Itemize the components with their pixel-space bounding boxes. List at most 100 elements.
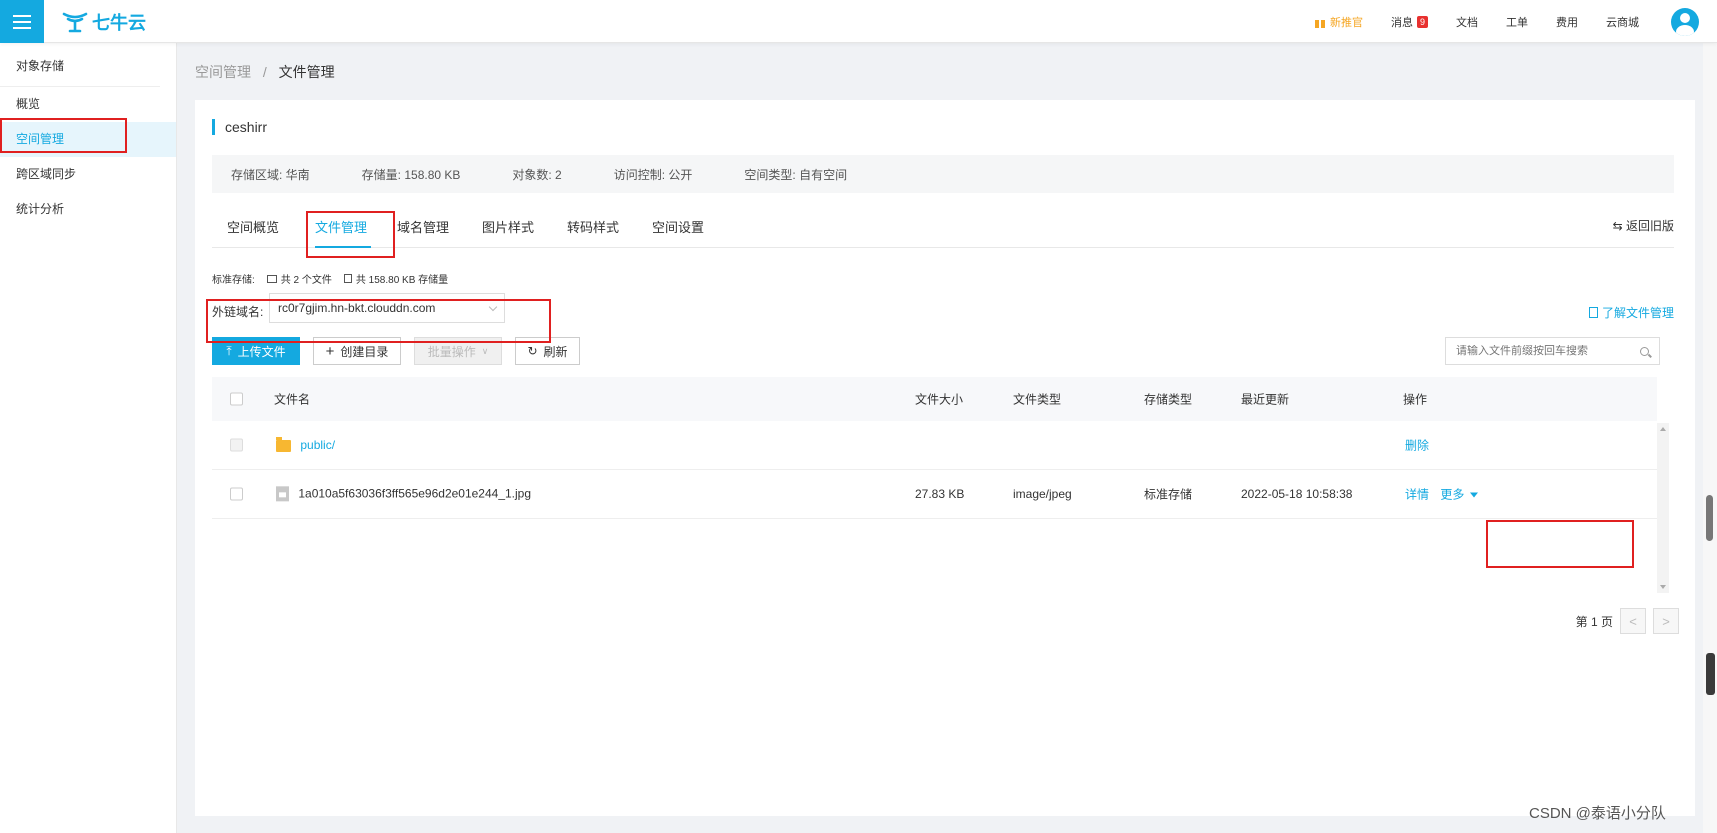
messages-link[interactable]: 消息 9	[1391, 14, 1428, 30]
row-checkbox[interactable]	[230, 438, 243, 452]
page-scroll-thumb[interactable]	[1706, 495, 1713, 541]
delete-link[interactable]: 删除	[1405, 437, 1429, 454]
upload-icon: ⤒	[226, 343, 232, 358]
sidebar-item-cross-region-sync[interactable]: 跨区域同步	[0, 157, 176, 192]
breadcrumb-parent[interactable]: 空间管理	[195, 64, 251, 80]
back-old-label: 返回旧版	[1625, 219, 1674, 233]
title-accent-bar	[212, 119, 215, 135]
folder-link[interactable]: public/	[300, 438, 335, 452]
main-panel: ceshirr 存储区域: 华南 存储量: 158.80 KB 对象数: 2 访…	[195, 100, 1695, 816]
search-input[interactable]	[1456, 345, 1626, 357]
sidebar-item-statistics[interactable]: 统计分析	[0, 192, 176, 227]
table-scrollbar[interactable]	[1657, 423, 1669, 593]
messages-label: 消息	[1390, 16, 1413, 29]
info-access: 访问控制: 公开	[613, 167, 693, 182]
scroll-down-arrow-icon[interactable]	[1660, 585, 1666, 589]
select-all-checkbox[interactable]	[230, 392, 243, 406]
page-label: 第 1 页	[1575, 614, 1613, 629]
tab-bar: 空间概览 文件管理 域名管理 图片样式 转码样式 空间设置 ⇆ 返回旧版	[212, 203, 1674, 248]
info-storage: 存储量: 158.80 KB	[361, 167, 461, 182]
learn-link-label: 了解文件管理	[1601, 306, 1674, 320]
top-nav: 新推官 消息 9 文档 工单 费用 云商城	[1286, 0, 1699, 43]
tab-transcode-styles[interactable]: 转码样式	[567, 217, 619, 236]
side-handle[interactable]	[1706, 653, 1715, 695]
storage-type: 标准存储	[1144, 487, 1193, 502]
docs-link[interactable]: 文档	[1456, 14, 1478, 30]
tab-space-overview[interactable]: 空间概览	[227, 217, 279, 236]
logo[interactable]: 七牛云	[62, 9, 146, 35]
refresh-icon: ↻	[527, 344, 538, 358]
next-page-button[interactable]: >	[1653, 608, 1679, 634]
tab-space-settings[interactable]: 空间设置	[652, 217, 704, 236]
top-bar: 七牛云 新推官 消息 9 文档 工单 费用 云商城	[0, 0, 1717, 43]
storage-total: 共 158.80 KB 存储量	[355, 275, 449, 286]
folder-outline-icon	[266, 275, 277, 283]
details-link[interactable]: 详情	[1405, 488, 1429, 502]
storage-summary: 标准存储: 共 2 个文件 共 158.80 KB 存储量	[212, 271, 448, 286]
store-link[interactable]: 云商城	[1606, 14, 1639, 30]
message-count-badge: 9	[1416, 15, 1428, 28]
header-actions: 操作	[1403, 392, 1428, 407]
search-box	[1445, 337, 1660, 365]
table-row[interactable]: public/ 删除	[212, 421, 1657, 470]
scroll-up-arrow-icon[interactable]	[1660, 427, 1666, 431]
file-count: 共 2 个文件	[280, 275, 332, 286]
qiniu-logo-icon	[62, 12, 88, 33]
plus-icon: +	[325, 342, 335, 360]
storage-icon	[343, 274, 352, 283]
row-actions: 详情 更多	[1405, 486, 1479, 503]
batch-label: 批量操作	[427, 344, 476, 359]
info-objects: 对象数: 2	[512, 167, 562, 182]
tab-image-styles[interactable]: 图片样式	[482, 217, 534, 236]
row-checkbox[interactable]	[230, 487, 243, 501]
sidebar-section-title[interactable]: 对象存储	[0, 43, 160, 87]
menu-icon[interactable]	[0, 0, 44, 43]
user-avatar[interactable]	[1671, 7, 1699, 36]
sidebar-item-overview[interactable]: 概览	[0, 87, 176, 122]
header-file-size: 文件大小	[915, 392, 964, 407]
table-row[interactable]: 1a010a5f63036f3ff565e96d2e01e244_1.jpg 2…	[212, 470, 1657, 519]
promo-label: 新推官	[1329, 16, 1363, 29]
tickets-link[interactable]: 工单	[1506, 14, 1528, 30]
bucket-name: ceshirr	[225, 119, 268, 135]
refresh-label: 刷新	[543, 344, 568, 359]
chevron-down-icon	[488, 302, 498, 311]
more-label: 更多	[1440, 487, 1465, 502]
promo-link[interactable]: 新推官	[1314, 14, 1363, 30]
gift-icon	[1314, 16, 1326, 28]
last-updated: 2022-05-18 10:58:38	[1241, 487, 1353, 501]
more-link[interactable]: 更多	[1440, 487, 1479, 502]
prev-page-button[interactable]: <	[1620, 608, 1646, 634]
domain-select[interactable]: rc0r7gjim.hn-bkt.clouddn.com	[269, 293, 505, 323]
learn-file-management-link[interactable]: 了解文件管理	[1588, 304, 1674, 321]
search-icon[interactable]	[1640, 346, 1649, 356]
logo-text: 七牛云	[92, 13, 146, 33]
sidebar-item-bucket-management[interactable]: 空间管理	[0, 122, 176, 157]
file-size: 27.83 KB	[915, 487, 965, 501]
header-file-type: 文件类型	[1013, 392, 1062, 407]
create-directory-button[interactable]: + 创建目录	[313, 337, 401, 365]
tab-domain-management[interactable]: 域名管理	[397, 217, 449, 236]
folder-name-cell[interactable]: public/	[276, 436, 335, 452]
refresh-button[interactable]: ↻ 刷新	[515, 337, 580, 365]
back-to-old-version-link[interactable]: ⇆ 返回旧版	[1613, 217, 1674, 234]
active-tab-underline	[315, 246, 371, 248]
file-name-cell: 1a010a5f63036f3ff565e96d2e01e244_1.jpg	[276, 486, 531, 502]
upload-label: 上传文件	[237, 344, 286, 359]
domain-row: 外链域名: rc0r7gjim.hn-bkt.clouddn.com 了解文件管…	[212, 286, 1674, 326]
pagination: 第 1 页 < >	[1576, 608, 1679, 634]
document-icon	[1588, 307, 1598, 318]
storage-summary-label: 标准存储:	[212, 275, 255, 286]
batch-operations-button[interactable]: 批量操作 ∨	[414, 337, 502, 365]
billing-link[interactable]: 费用	[1556, 14, 1578, 30]
info-region: 存储区域: 华南	[231, 167, 310, 182]
page-scrollbar[interactable]	[1703, 43, 1717, 833]
header-file-name: 文件名	[274, 392, 311, 407]
sidebar: 对象存储 概览 空间管理 跨区域同步 统计分析	[0, 43, 177, 833]
toolbar: ⤒ 上传文件 + 创建目录 批量操作 ∨ ↻ 刷新	[212, 337, 1674, 367]
caret-down-icon	[1470, 492, 1479, 498]
header-last-updated: 最近更新	[1241, 392, 1290, 407]
breadcrumb-current: 文件管理	[278, 64, 335, 80]
tab-file-management[interactable]: 文件管理	[315, 217, 367, 236]
upload-button[interactable]: ⤒ 上传文件	[212, 337, 300, 365]
